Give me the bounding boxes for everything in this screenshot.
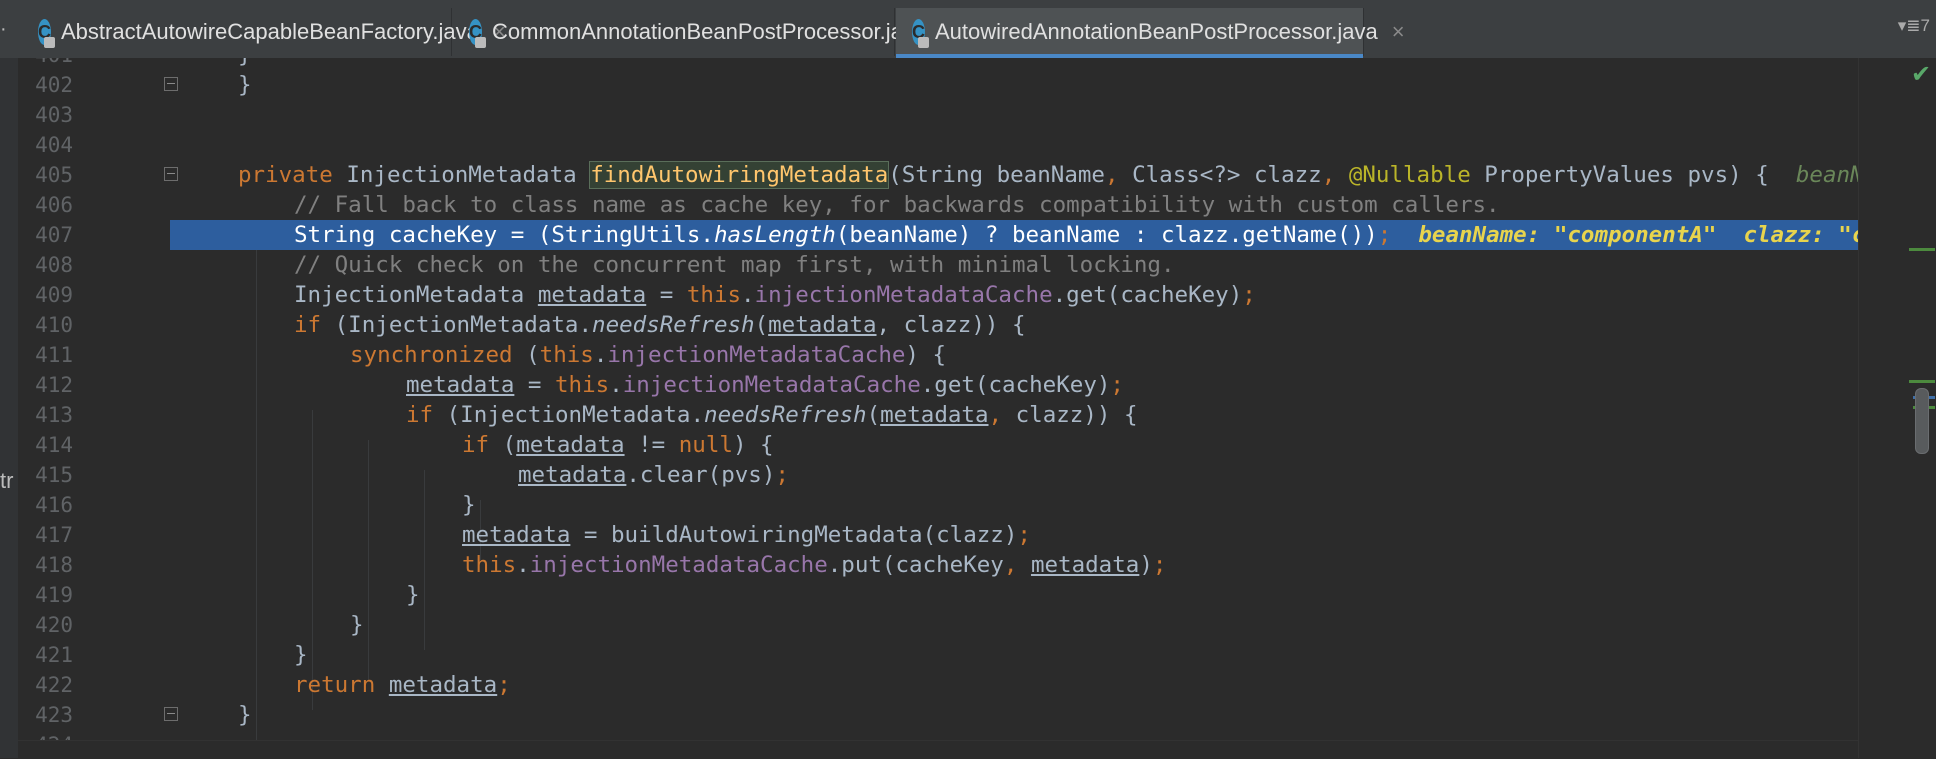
- change-marker[interactable]: [1909, 380, 1935, 383]
- structure-tool-label[interactable]: tr: [0, 468, 13, 494]
- code-line: 424: [18, 730, 1858, 740]
- line-number: 409: [35, 283, 73, 307]
- line-number: 419: [35, 583, 73, 607]
- no-problems-check-icon[interactable]: ✔: [1911, 60, 1931, 88]
- line-number: 408: [35, 253, 73, 277]
- tab-autowired-annotation-bean-post-processor[interactable]: C AutowiredAnnotationBeanPostProcessor.j…: [896, 8, 1405, 58]
- code-line: 421 }: [18, 640, 1858, 670]
- line-number: 417: [35, 523, 73, 547]
- tab-scroll-left[interactable]: ·: [0, 0, 22, 58]
- code-line: 410 if (InjectionMetadata.needsRefresh(m…: [18, 310, 1858, 340]
- line-number: 414: [35, 433, 73, 457]
- code-line: 403: [18, 100, 1858, 130]
- code-line: 405 private InjectionMetadata findAutowi…: [18, 160, 1858, 190]
- code-line: 416 }: [18, 490, 1858, 520]
- code-comment: // Fall back to class name as cache key,…: [294, 192, 1500, 218]
- line-number: 413: [35, 403, 73, 427]
- fold-end-icon[interactable]: [164, 77, 178, 91]
- method-name-highlight: findAutowiringMetadata: [589, 161, 890, 189]
- code-line: 420 }: [18, 610, 1858, 640]
- java-class-icon: C: [38, 19, 55, 48]
- tab-label: AutowiredAnnotationBeanPostProcessor.jav…: [935, 19, 1378, 44]
- line-number: 421: [35, 643, 73, 667]
- tab-label: AbstractAutowireCapableBeanFactory.java: [61, 19, 479, 44]
- lock-icon: [44, 37, 55, 48]
- change-marker[interactable]: [1909, 248, 1935, 251]
- line-number: 404: [35, 133, 73, 157]
- code-line: 413 if (InjectionMetadata.needsRefresh(m…: [18, 400, 1858, 430]
- code-line: 406 // Fall back to class name as cache …: [18, 190, 1858, 220]
- code-line: 408 // Quick check on the concurrent map…: [18, 250, 1858, 280]
- lock-icon: [918, 37, 929, 48]
- line-number: 401: [18, 58, 73, 68]
- line-number: 420: [35, 613, 73, 637]
- line-number: 415: [35, 463, 73, 487]
- code-line: 422 return metadata;: [18, 670, 1858, 700]
- java-class-icon: C: [469, 19, 486, 48]
- code-comment: // Quick check on the concurrent map fir…: [294, 252, 1175, 278]
- inline-debug-value: clazz: "cla: [1743, 222, 1858, 248]
- line-number: 412: [35, 373, 73, 397]
- editor-tab-bar: · C AbstractAutowireCapableBeanFactory.j…: [0, 0, 1936, 59]
- line-number: 424: [18, 732, 73, 740]
- lock-icon: [475, 37, 486, 48]
- code-editor[interactable]: 401 } 402 } 403 404 405 private Injectio…: [18, 58, 1858, 740]
- error-stripe[interactable]: ✔: [1858, 58, 1936, 758]
- code-line: 411 synchronized (this.injectionMetadata…: [18, 340, 1858, 370]
- fold-start-icon[interactable]: [164, 167, 178, 181]
- line-number: 407: [35, 223, 73, 247]
- tab-abstract-autowire-capable-bean-factory[interactable]: C AbstractAutowireCapableBeanFactory.jav…: [22, 8, 506, 56]
- tab-label: CommonAnnotationBeanPostProcessor.java: [492, 19, 927, 44]
- line-number: 402: [35, 73, 73, 97]
- line-number: 423: [35, 703, 73, 727]
- code-line: 402 }: [18, 70, 1858, 100]
- line-number: 405: [35, 163, 73, 187]
- inline-debug-value: beanName: "componentA": [1418, 222, 1717, 248]
- line-number: 411: [35, 343, 73, 367]
- tab-common-annotation-bean-post-processor[interactable]: C CommonAnnotationBeanPostProcessor.java…: [453, 8, 953, 56]
- line-number: 403: [35, 103, 73, 127]
- inline-debug-hint: beanNar: [1795, 162, 1858, 188]
- close-icon[interactable]: ×: [1392, 19, 1405, 45]
- line-number: 422: [35, 673, 73, 697]
- code-line: 418 this.injectionMetadataCache.put(cach…: [18, 550, 1858, 580]
- tool-window-strip: tr: [0, 58, 18, 758]
- java-class-icon: C: [912, 19, 929, 48]
- code-line: 419 }: [18, 580, 1858, 610]
- code-line: 414 if (metadata != null) {: [18, 430, 1858, 460]
- horizontal-scrollbar[interactable]: [18, 740, 1858, 759]
- code-line: 409 InjectionMetadata metadata = this.in…: [18, 280, 1858, 310]
- line-number: 410: [35, 313, 73, 337]
- code-line: 415 metadata.clear(pvs);: [18, 460, 1858, 490]
- line-number: 406: [35, 193, 73, 217]
- code-line: 412 metadata = this.injectionMetadataCac…: [18, 370, 1858, 400]
- vertical-scrollbar-thumb[interactable]: [1915, 388, 1929, 454]
- code-line: 404: [18, 130, 1858, 160]
- tab-list-menu-icon[interactable]: ▾≣7: [1898, 16, 1930, 36]
- code-line: 417 metadata = buildAutowiringMetadata(c…: [18, 520, 1858, 550]
- fold-end-icon[interactable]: [164, 707, 178, 721]
- code-line: 423 }: [18, 700, 1858, 730]
- line-number: 418: [35, 553, 73, 577]
- code-line: 407 String cacheKey = (StringUtils.hasLe…: [18, 220, 1858, 250]
- line-number: 416: [35, 493, 73, 517]
- code-line: 401 }: [18, 58, 1858, 70]
